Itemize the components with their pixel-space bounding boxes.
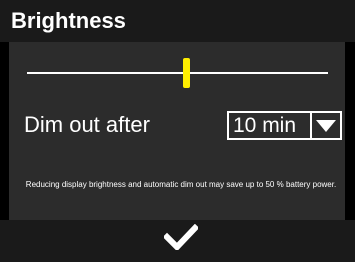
dim-out-selected-value: 10 min <box>233 114 297 137</box>
brightness-slider-track[interactable] <box>27 72 328 74</box>
dim-out-dropdown[interactable]: 10 min <box>227 111 342 140</box>
triangle-down-icon[interactable] <box>312 113 340 138</box>
confirm-button[interactable] <box>163 222 199 252</box>
brightness-slider-thumb[interactable] <box>183 58 190 88</box>
battery-note: Reducing display brightness and automati… <box>25 180 337 189</box>
dim-out-label: Dim out after <box>24 112 150 137</box>
page-title: Brightness <box>11 8 126 33</box>
checkmark-icon <box>164 224 198 250</box>
brightness-screen: Brightness Dim out after 10 min Reducing… <box>0 0 355 262</box>
